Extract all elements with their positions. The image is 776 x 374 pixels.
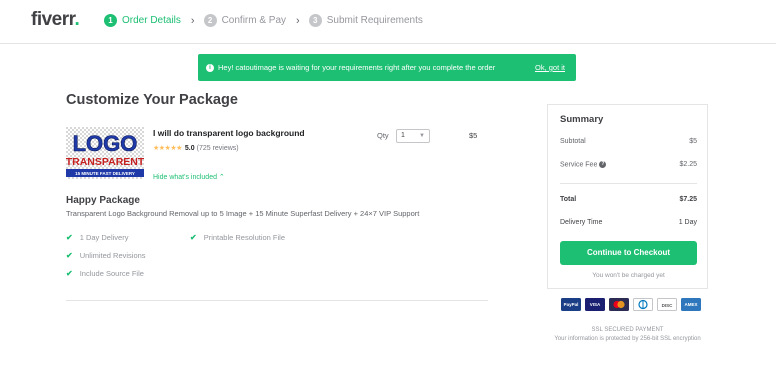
service-fee-value: $2.25	[679, 161, 697, 168]
gig-title[interactable]: I will do transparent logo background	[153, 128, 305, 138]
step-number: 1	[104, 14, 117, 27]
step-number: 3	[308, 14, 322, 27]
chevron-right-icon: ›	[190, 14, 195, 27]
ssl-title: SSL SECURED PAYMENT	[591, 327, 664, 333]
delivery-time-row: Delivery Time 1 Day	[560, 219, 697, 226]
thumb-logo-text: LOGO	[73, 131, 138, 156]
fiverr-logo[interactable]: fiverr.	[31, 9, 80, 31]
not-charged-note: You won't be charged yet	[592, 272, 665, 279]
subtotal-label: Subtotal	[560, 138, 586, 145]
delivery-value: 1 Day	[678, 219, 697, 226]
step-number: 2	[203, 14, 217, 27]
page-title: Customize Your Package	[66, 92, 238, 108]
check-icon: ✔	[66, 233, 73, 242]
total-row: Total $7.25	[560, 196, 697, 203]
diners-club-icon	[633, 298, 653, 311]
qty-label: Qty	[377, 131, 389, 140]
summary-divider	[560, 183, 697, 184]
amex-icon: AMEX	[681, 298, 701, 311]
hide-included-link[interactable]: Hide what's included ⌃	[153, 173, 225, 181]
total-label: Total	[560, 196, 577, 203]
line-item-price: $5	[469, 131, 478, 140]
feature-label: Printable Resolution File	[203, 233, 285, 242]
logo-text: fiverr	[31, 9, 75, 30]
banner-dismiss-link[interactable]: Ok, got it	[535, 63, 565, 72]
feature-label: Include Source File	[79, 269, 144, 278]
review-count: (725 reviews)	[196, 144, 239, 152]
service-fee-row: Service Fee? $2.25	[560, 161, 697, 168]
feature-item: ✔ Printable Resolution File	[190, 233, 285, 242]
ssl-description: Your information is protected by 256-bit…	[554, 336, 701, 342]
package-description: Transparent Logo Background Removal up t…	[66, 209, 420, 218]
thumb-transparent-text: TRANSPARENT	[66, 156, 144, 168]
discover-icon: DISC	[657, 298, 677, 311]
payment-methods: PayPal VISA DISC AMEX	[561, 298, 701, 311]
top-header: fiverr. 1 Order Details › 2 Confirm & Pa…	[0, 0, 776, 44]
quantity-value: 1	[401, 132, 405, 139]
check-icon: ✔	[190, 233, 197, 242]
thumb-delivery-text: 15 MINUTE FAST DELIVERY	[75, 171, 135, 176]
total-value: $7.25	[679, 196, 697, 203]
step-label: Submit Requirements	[326, 15, 423, 26]
gig-thumbnail[interactable]: LOGO TRANSPARENT 15 MINUTE FAST DELIVERY	[66, 127, 144, 179]
mastercard-icon	[609, 298, 629, 311]
continue-to-checkout-button[interactable]: Continue to Checkout	[560, 241, 697, 265]
chevron-right-icon: ›	[296, 14, 300, 27]
step-label: Order Details	[122, 15, 181, 26]
feature-item: ✔ 1 Day Delivery	[66, 233, 128, 242]
info-icon: i	[206, 63, 214, 72]
checkout-steps: 1 Order Details › 2 Confirm & Pay › 3 Su…	[104, 14, 423, 27]
banner-message: Hey! catoutimage is waiting for your req…	[218, 63, 496, 72]
requirements-banner: i Hey! catoutimage is waiting for your r…	[198, 54, 576, 81]
service-fee-label: Service Fee	[560, 161, 598, 169]
summary-title: Summary	[560, 114, 604, 125]
section-divider	[66, 300, 488, 301]
step-confirm-pay: 2 Confirm & Pay	[203, 14, 287, 27]
step-submit-requirements: 3 Submit Requirements	[308, 14, 423, 27]
rating-value: 5.0	[184, 144, 195, 152]
feature-item: ✔ Include Source File	[66, 269, 144, 278]
gig-thumbnail-image: LOGO TRANSPARENT 15 MINUTE FAST DELIVERY	[66, 127, 144, 179]
feature-label: Unlimited Revisions	[79, 251, 146, 260]
check-icon: ✔	[66, 251, 73, 260]
paypal-icon: PayPal	[561, 298, 581, 311]
star-rating-icon: ★★★★★	[153, 145, 182, 152]
subtotal-value: $5	[689, 138, 697, 145]
help-icon[interactable]: ?	[599, 161, 607, 168]
feature-label: 1 Day Delivery	[79, 233, 129, 242]
order-summary: Summary Subtotal $5 Service Fee? $2.25 T…	[547, 104, 708, 289]
package-name: Happy Package	[66, 195, 140, 206]
step-order-details[interactable]: 1 Order Details	[104, 14, 181, 27]
visa-icon: VISA	[585, 298, 605, 311]
delivery-label: Delivery Time	[560, 219, 603, 226]
logo-dot: .	[74, 9, 80, 30]
feature-item: ✔ Unlimited Revisions	[66, 251, 146, 260]
subtotal-row: Subtotal $5	[560, 138, 697, 145]
chevron-down-icon: ▼	[419, 133, 425, 139]
step-label: Confirm & Pay	[221, 15, 287, 26]
check-icon: ✔	[66, 269, 73, 278]
quantity-select[interactable]: 1 ▼	[396, 129, 430, 143]
gig-rating: ★★★★★ 5.0 (725 reviews)	[153, 144, 239, 153]
